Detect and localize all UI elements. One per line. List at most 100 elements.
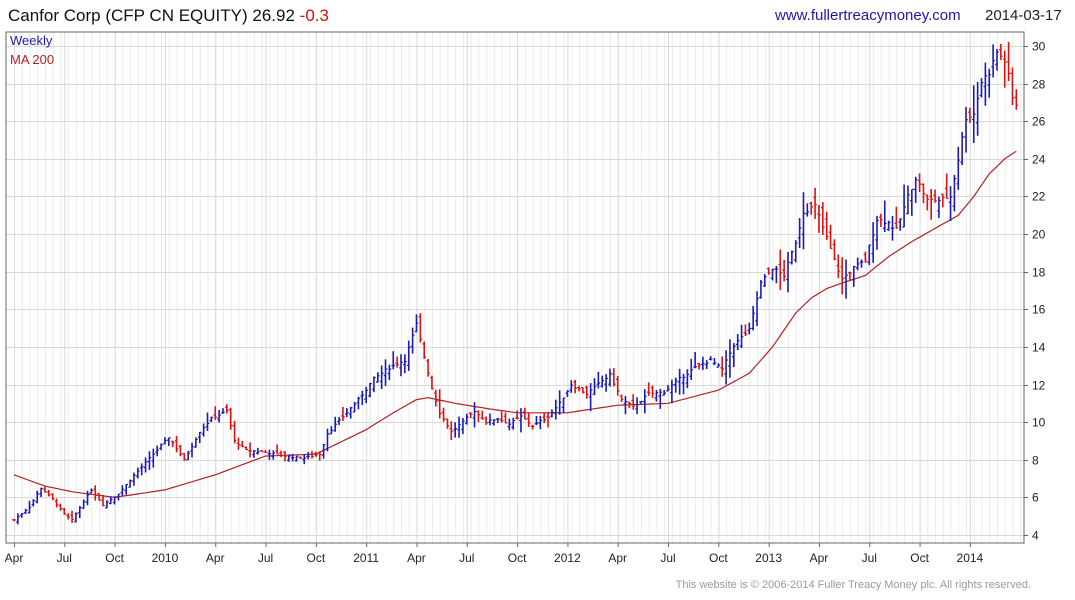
price-bar [898, 218, 903, 231]
price-bar [143, 457, 148, 473]
price-bar [337, 416, 341, 426]
price-bar [882, 200, 887, 232]
price-bar [859, 259, 864, 268]
price-bar [170, 440, 175, 448]
price-bar [271, 450, 276, 460]
price-bar [979, 78, 984, 98]
price-bar [480, 410, 485, 420]
price-bar [712, 358, 717, 366]
price-bar [639, 400, 643, 404]
price-bar [1010, 67, 1015, 105]
price-bar [368, 382, 372, 398]
price-bar [375, 372, 380, 383]
price-bar [526, 412, 531, 427]
price-bar [755, 291, 759, 327]
price-bar [182, 453, 187, 461]
price-bar [414, 314, 419, 333]
price-bar [848, 271, 852, 281]
price-bar [739, 324, 744, 348]
price-bar [333, 416, 338, 432]
price-bar [155, 445, 159, 457]
price-bar [774, 265, 779, 284]
price-bar [503, 412, 508, 424]
price-bar [213, 406, 218, 420]
y-tick-label: 14 [1032, 341, 1046, 355]
price-bar [298, 456, 303, 459]
price-bar [855, 257, 860, 271]
price-bar [828, 224, 833, 250]
price-bar [813, 187, 817, 219]
price-bar [437, 389, 442, 419]
price-bar [399, 354, 403, 377]
price-bar [770, 268, 775, 281]
price-bar [139, 463, 144, 476]
chart-grid [6, 32, 1024, 543]
price-bar [654, 389, 659, 402]
price-bar [283, 451, 287, 462]
price-bar [453, 422, 457, 438]
price-bar [58, 503, 63, 511]
price-bars [12, 41, 1019, 525]
y-tick-label: 28 [1032, 78, 1046, 92]
price-bar [151, 448, 156, 468]
price-bar [971, 85, 976, 143]
price-bar [317, 451, 322, 461]
price-bar [364, 386, 368, 404]
price-bar [356, 396, 361, 410]
x-tick-label: Oct [508, 551, 527, 565]
y-tick-label: 22 [1032, 190, 1046, 204]
price-bar [836, 254, 841, 279]
y-axis-labels: 4 6 8 10 12 14 16 18 20 22 24 26 28 30 [1032, 40, 1046, 543]
price-bar [89, 488, 94, 494]
price-bar [341, 406, 345, 421]
price-bar [484, 416, 488, 425]
price-bar [557, 390, 562, 415]
price-bar [778, 249, 783, 290]
price-bar [925, 194, 930, 211]
price-bar [190, 442, 194, 458]
price-bar [809, 201, 814, 215]
price-bar [430, 375, 434, 390]
legend-weekly: Weekly [10, 33, 53, 48]
price-chart: 4681012141618202224262830 Apr Jul Oct 2010 A… [5, 31, 1046, 565]
price-bar [519, 408, 523, 433]
price-bar [16, 513, 20, 525]
price-bar [387, 364, 392, 381]
price-bar [902, 184, 906, 228]
price-bar [619, 394, 624, 402]
price-bar [604, 374, 608, 392]
x-axis-ticks [14, 543, 971, 547]
price-bar [209, 416, 214, 423]
price-bar [43, 486, 47, 493]
price-bar [511, 417, 516, 430]
price-bar [886, 220, 891, 231]
plot-frame [5, 31, 1025, 544]
price-bar [913, 176, 918, 203]
x-tick-label: Oct [910, 551, 929, 565]
price-bar [348, 406, 353, 419]
price-bar [766, 267, 771, 275]
price-bar [457, 416, 461, 438]
price-bar [782, 259, 786, 282]
price-bar [159, 443, 163, 451]
price-bar [360, 390, 365, 405]
x-tick-label: 2012 [554, 551, 581, 565]
price-bar [306, 452, 310, 460]
price-bar [917, 173, 922, 193]
price-bar [267, 449, 272, 460]
price-bar [62, 507, 67, 515]
price-bar [790, 250, 794, 265]
price-bar [244, 446, 248, 451]
price-bar [236, 437, 241, 450]
price-bar [875, 215, 879, 250]
price-bar [461, 418, 465, 435]
price-bar [797, 218, 802, 248]
price-bar [252, 450, 256, 458]
price-bar [844, 259, 848, 299]
y-tick-label: 20 [1032, 228, 1046, 242]
x-tick-label: Oct [105, 551, 124, 565]
price-bar [743, 324, 748, 336]
price-bar [66, 513, 70, 520]
price-bar [944, 173, 949, 200]
price-bar [54, 498, 59, 508]
